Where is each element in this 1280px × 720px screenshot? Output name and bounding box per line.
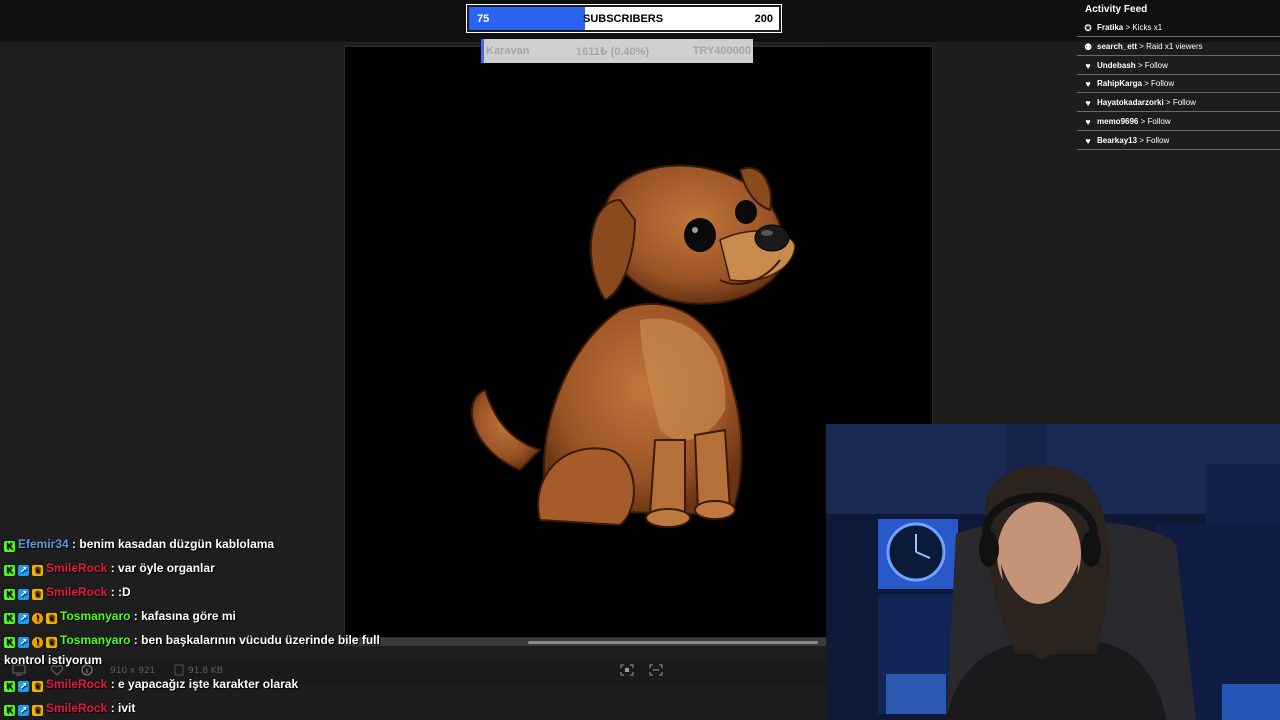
chat-username[interactable]: SmileRock [46,677,107,691]
activity-feed-item: ♥ Undebash > Follow [1077,57,1280,75]
activity-feed-action: > Follow [1141,79,1175,89]
kick-badge-icon: K [4,541,15,552]
kick-badge-icon: K [4,613,15,624]
chat-text: : var öyle organlar [107,561,215,575]
activity-feed-action: > Follow [1137,135,1170,145]
activity-feed-item: ♥ memo9696 > Follow [1077,113,1280,131]
blue-badge-icon: ↗ [18,589,29,600]
file-size: 91.8 KB [188,666,223,676]
activity-feed-text: Bearkay13 > Follow [1097,136,1169,145]
kick-badge-icon: K [4,565,15,576]
donation-goal-name: Karavan [486,45,530,57]
actual-size-icon[interactable] [649,664,663,676]
goal-target-count: 200 [754,13,773,25]
activity-feed-item: ♥ RahipKarga > Follow [1077,75,1280,94]
blue-badge-icon: ↗ [18,565,29,576]
scrollbar-thumb[interactable] [528,641,818,644]
chat-message: K ↗ ♛ SmileRock : e yapacağız işte karakter… [4,677,298,692]
chat-username[interactable]: Tosmanyaro [60,609,130,623]
kick-badge-icon: K [4,705,15,716]
chat-username[interactable]: SmileRock [46,701,107,715]
activity-feed-user: search_ett [1097,41,1138,51]
activity-feed-user: Undebash [1097,60,1136,70]
activity-feed-action: > Raid x1 viewers [1137,41,1203,51]
blue-badge-icon: ↗ [18,613,29,624]
chat-username[interactable]: Efemir34 [18,537,69,551]
activity-feed-text: search_ett > Raid x1 viewers [1097,42,1203,51]
blue-badge-icon: ↗ [18,681,29,692]
chat-username[interactable]: SmileRock [46,561,107,575]
gold-badge-icon: ♛ [46,613,57,624]
activity-feed-action: > Follow [1135,60,1168,70]
gold-badge-icon: ♛ [32,705,43,716]
kick-icon: ✪ [1084,23,1092,33]
goal-label: SUBSCRIBERS [583,13,664,25]
gold-badge-icon: ♛ [32,681,43,692]
chat-text: : ivit [107,701,136,715]
activity-feed-item: ♥ Bearkay13 > Follow [1077,132,1280,150]
chat-message: K ↗ ♛ SmileRock : var öyle organlar [4,561,215,576]
chat-message: K ↗ ♛ SmileRock : :D [4,585,131,600]
fit-screen-icon[interactable] [620,664,634,676]
activity-feed-title: Activity Feed [1085,4,1148,15]
chat-text: : :D [107,585,131,599]
donation-goal-amount: 1611₺ (0.40%) [576,46,650,58]
activity-feed-item: ✪ Fratika > Kicks x1 [1077,19,1280,37]
heart-icon: ♥ [1085,98,1091,109]
file-icon [174,664,184,676]
donation-goal-target: TRY400000 [692,45,751,57]
blue-badge-icon: ↗ [18,637,29,648]
activity-feed-action: > Follow [1138,117,1171,126]
gold-badge-icon: ♛ [46,637,57,648]
chat-text: : e yapacağız işte karakter olarak [107,677,299,691]
activity-feed-text: memo9696 > Follow [1097,117,1171,126]
kick-badge-icon: K [4,589,15,600]
heart-icon: ♥ [1085,135,1091,146]
gold-badge-icon: ♛ [32,589,43,600]
chat-username[interactable]: Tosmanyaro [60,633,130,647]
webcam-feed [826,424,1280,720]
gold-badge-icon: ♛ [32,565,43,576]
heart-icon: ♥ [1085,117,1091,127]
donation-goal-bar: Karavan 1611₺ (0.40%) TRY400000 [481,39,753,63]
raid-icon: ⚉ [1083,41,1093,52]
subscriber-goal-bar: 75 SUBSCRIBERS 200 [466,4,782,33]
activity-feed-action: > Kicks x1 [1123,23,1163,32]
chat-text: : ben başkalarının vücudu üzerinde bile … [130,633,380,647]
activity-feed-user: Bearkay13 [1097,135,1138,145]
chat-message: K ↗! ♛ Tosmanyaro : ben başkalarının vücudu… [4,633,380,648]
activity-feed-action: > Follow [1163,98,1196,108]
image-dimensions: 910 x 921 [110,666,156,676]
activity-feed-user: Fratika [1097,23,1124,32]
activity-feed-text: Fratika > Kicks x1 [1097,23,1162,32]
blue-badge-icon: ↗ [18,705,29,716]
activity-feed-text: Undebash > Follow [1097,61,1168,70]
activity-feed-user: RahipKarga [1097,79,1142,89]
chat-message: K Efemir34 : benim kasadan düzgün kablola… [4,537,274,552]
orange-badge-icon: ! [32,613,43,624]
heart-icon: ♥ [1085,60,1091,71]
activity-feed-item: ♥ Hayatokadarzorki > Follow [1077,94,1280,113]
chat-text: : benim kasadan düzgün kablolama [68,537,275,551]
activity-feed-text: Hayatokadarzorki > Follow [1097,98,1196,107]
heart-icon: ♥ [1085,79,1091,90]
activity-feed-text: RahipKarga > Follow [1097,79,1174,88]
chat-username[interactable]: SmileRock [46,585,107,599]
chat-text: : kafasına göre mi [130,609,236,623]
kick-badge-icon: K [4,637,15,648]
activity-feed: Activity Feed ✪ Fratika > Kicks x1 ⚉ search… [1077,0,1280,160]
goal-current-count: 75 [477,13,490,25]
chat-message: K ↗! ♛ Tosmanyaro : kafasına göre mi [4,609,236,624]
chat-message: kontrol istiyorum [4,653,102,667]
activity-feed-item: ⚉ search_ett > Raid x1 viewers [1077,38,1280,56]
activity-feed-user: Hayatokadarzorki [1097,98,1164,108]
chat-text: kontrol istiyorum [4,653,103,667]
orange-badge-icon: ! [32,637,43,648]
activity-feed-user: memo9696 [1097,117,1139,126]
kick-badge-icon: K [4,681,15,692]
chat-message: K ↗ ♛ SmileRock : ivit [4,701,135,716]
dog-illustration [470,164,796,528]
